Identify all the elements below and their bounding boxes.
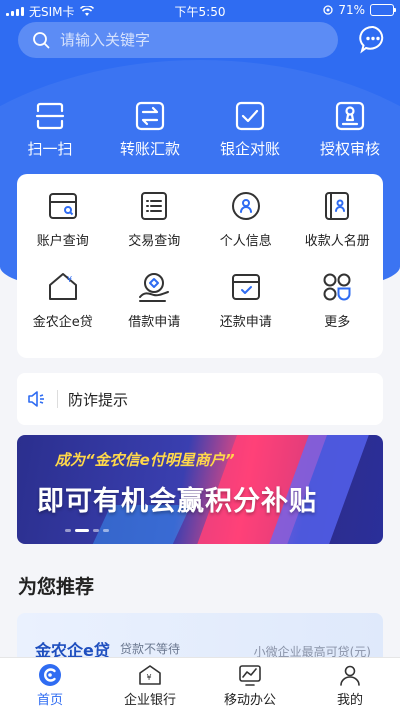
home-icon bbox=[39, 664, 61, 686]
service-label: 更多 bbox=[324, 315, 351, 330]
transfer-icon bbox=[135, 101, 165, 131]
transaction-query-icon bbox=[141, 192, 168, 220]
borrow-icon bbox=[139, 273, 170, 302]
loan-house-icon: ¥ bbox=[48, 273, 77, 300]
search-input[interactable] bbox=[60, 31, 300, 49]
service-account-query[interactable]: 账户查询 bbox=[17, 188, 109, 269]
quick-action-transfer[interactable]: 转账汇款 bbox=[100, 100, 200, 166]
service-grid: 账户查询 交易查询 个人信息 收款人名册 ¥ 金农企e贷 借款申请 还款申请 更… bbox=[17, 174, 383, 358]
quick-action-reconcile[interactable]: 银企对账 bbox=[200, 100, 300, 166]
status-bar: 无SIM卡 下午5:50 71% bbox=[0, 0, 400, 20]
quick-action-authorize[interactable]: 授权审核 bbox=[300, 100, 400, 166]
tab-label: 移动办公 bbox=[223, 693, 276, 708]
banner-title: 即可有机会赢积分补贴 bbox=[37, 486, 317, 517]
svg-text:¥: ¥ bbox=[147, 673, 152, 682]
more-icon bbox=[323, 273, 351, 301]
quick-actions: 扫一扫 转账汇款 银企对账 授权审核 bbox=[0, 100, 400, 166]
tab-mobile-office[interactable]: 移动办公 bbox=[200, 658, 300, 711]
service-label: 收款人名册 bbox=[304, 234, 370, 249]
service-transaction-query[interactable]: 交易查询 bbox=[109, 188, 201, 269]
service-repay[interactable]: 还款申请 bbox=[200, 269, 292, 350]
quick-action-label: 授权审核 bbox=[319, 140, 380, 158]
profile-icon bbox=[340, 665, 360, 686]
tab-label: 我的 bbox=[336, 693, 363, 708]
payee-list-icon bbox=[325, 192, 350, 220]
message-button[interactable] bbox=[358, 24, 388, 54]
search-icon bbox=[33, 32, 50, 49]
banner-pager bbox=[65, 529, 109, 532]
tab-enterprise-bank[interactable]: ¥ 企业银行 bbox=[100, 658, 200, 711]
service-label: 交易查询 bbox=[128, 234, 181, 249]
account-query-icon bbox=[48, 193, 77, 219]
svg-text:¥: ¥ bbox=[67, 275, 72, 284]
tab-label: 首页 bbox=[36, 693, 63, 708]
reconcile-icon bbox=[235, 101, 265, 131]
service-more[interactable]: 更多 bbox=[292, 269, 384, 350]
scan-icon bbox=[35, 102, 65, 130]
service-label: 个人信息 bbox=[219, 234, 272, 249]
notice-label: 防诈提示 bbox=[68, 390, 129, 409]
tab-bar: 首页 ¥ 企业银行 移动办公 我的 bbox=[0, 657, 400, 711]
service-borrow[interactable]: 借款申请 bbox=[109, 269, 201, 350]
tab-home[interactable]: 首页 bbox=[0, 658, 100, 711]
authorize-icon bbox=[335, 101, 365, 131]
mobile-office-icon bbox=[239, 665, 261, 686]
quick-action-label: 银企对账 bbox=[219, 140, 280, 158]
quick-action-label: 转账汇款 bbox=[119, 140, 180, 158]
service-label: 借款申请 bbox=[128, 315, 181, 330]
tab-profile[interactable]: 我的 bbox=[300, 658, 400, 711]
battery-icon bbox=[370, 4, 396, 16]
quick-action-label: 扫一扫 bbox=[27, 140, 73, 158]
location-icon bbox=[323, 5, 333, 15]
service-label: 还款申请 bbox=[219, 315, 272, 330]
battery-percent: 71% bbox=[338, 3, 365, 17]
banner-subtitle: 成为“金农信e付明星商户” bbox=[55, 451, 235, 469]
speaker-icon bbox=[28, 391, 44, 407]
tab-label: 企业银行 bbox=[123, 693, 176, 708]
recommend-card-tag: 贷款不等待 bbox=[120, 642, 181, 656]
personal-info-icon bbox=[231, 192, 260, 220]
fraud-notice[interactable]: 防诈提示 bbox=[17, 373, 383, 425]
enterprise-bank-icon: ¥ bbox=[139, 665, 161, 685]
repay-icon bbox=[231, 274, 260, 300]
chat-bubble-icon bbox=[359, 25, 384, 54]
notice-divider bbox=[57, 390, 58, 408]
service-personal-info[interactable]: 个人信息 bbox=[200, 188, 292, 269]
service-label: 金农企e贷 bbox=[32, 315, 93, 330]
search-bar[interactable] bbox=[18, 22, 338, 58]
service-label: 账户查询 bbox=[36, 234, 89, 249]
promo-banner[interactable]: 成为“金农信e付明星商户” 即可有机会赢积分补贴 bbox=[17, 435, 383, 544]
quick-action-scan[interactable]: 扫一扫 bbox=[0, 100, 100, 166]
service-payee-list[interactable]: 收款人名册 bbox=[292, 188, 384, 269]
recommend-title: 为您推荐 bbox=[18, 576, 95, 598]
service-loan[interactable]: ¥ 金农企e贷 bbox=[17, 269, 109, 350]
